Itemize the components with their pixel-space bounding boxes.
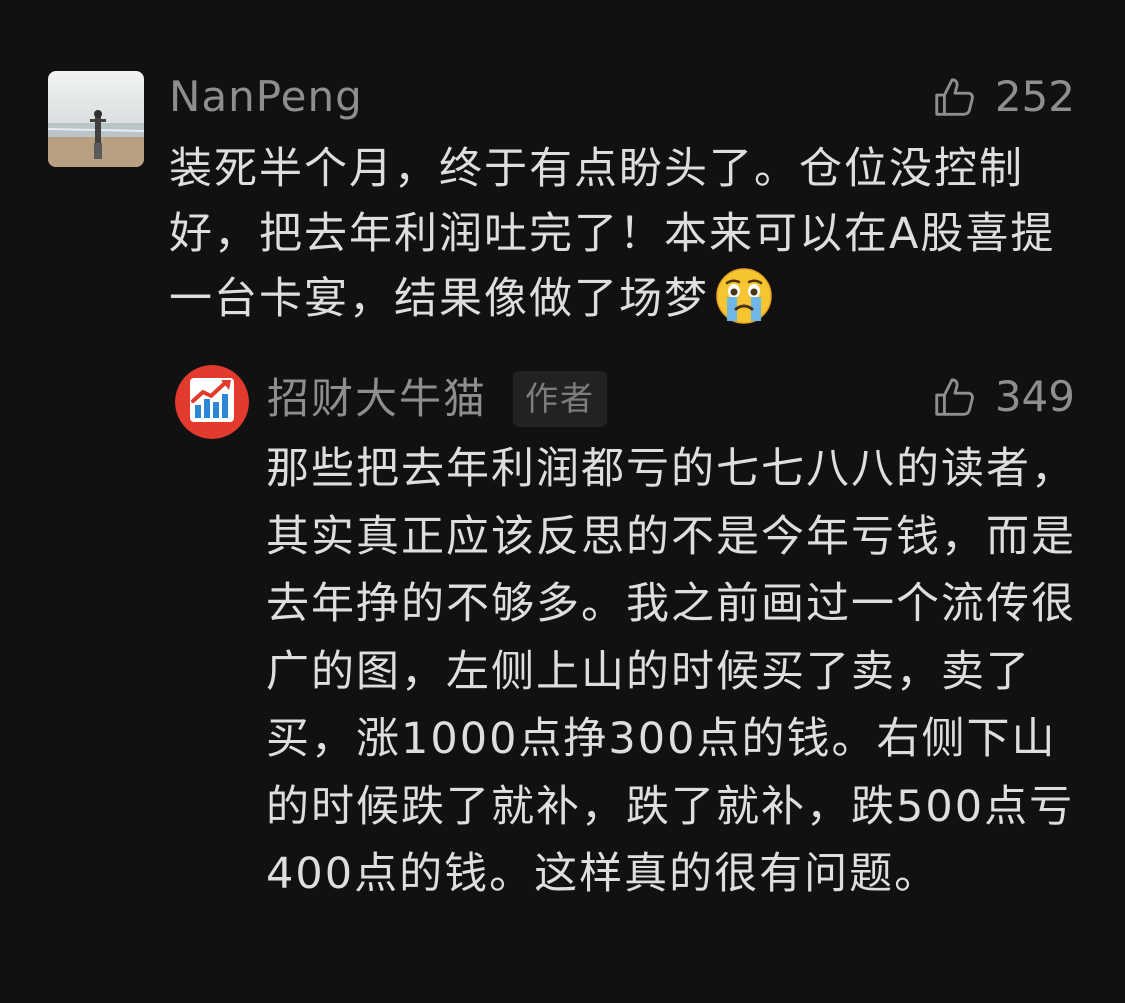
like-button[interactable]: 252 [931, 71, 1075, 123]
reply-header: 招财大牛猫 作者 [267, 371, 608, 427]
comment-text: 装死半个月，终于有点盼头了。仓位没控制好，把去年利润吐完了！本来可以在A股喜提一… [169, 137, 1069, 332]
crying-face-emoji [715, 267, 773, 325]
author-badge: 作者 [513, 371, 608, 427]
reply-username[interactable]: 招财大牛猫 [267, 373, 487, 425]
thumbs-up-icon [935, 78, 974, 116]
stock-chart-avatar-icon [175, 365, 249, 439]
beach-photo-avatar [48, 71, 144, 167]
like-count: 252 [994, 72, 1075, 121]
reply-like-count: 349 [994, 372, 1075, 421]
avatar[interactable] [48, 71, 144, 167]
comment-body: 装死半个月，终于有点盼头了。仓位没控制好，把去年利润吐完了！本来可以在A股喜提一… [169, 144, 1056, 324]
reply-like-button[interactable]: 349 [931, 371, 1075, 423]
comment-username[interactable]: NanPeng [169, 71, 363, 123]
reply-avatar[interactable] [175, 365, 249, 439]
reply-text: 那些把去年利润都亏的七七八八的读者，其实真正应该反思的不是今年亏钱，而是去年挣的… [266, 444, 1076, 899]
thumbs-up-icon [935, 378, 974, 416]
